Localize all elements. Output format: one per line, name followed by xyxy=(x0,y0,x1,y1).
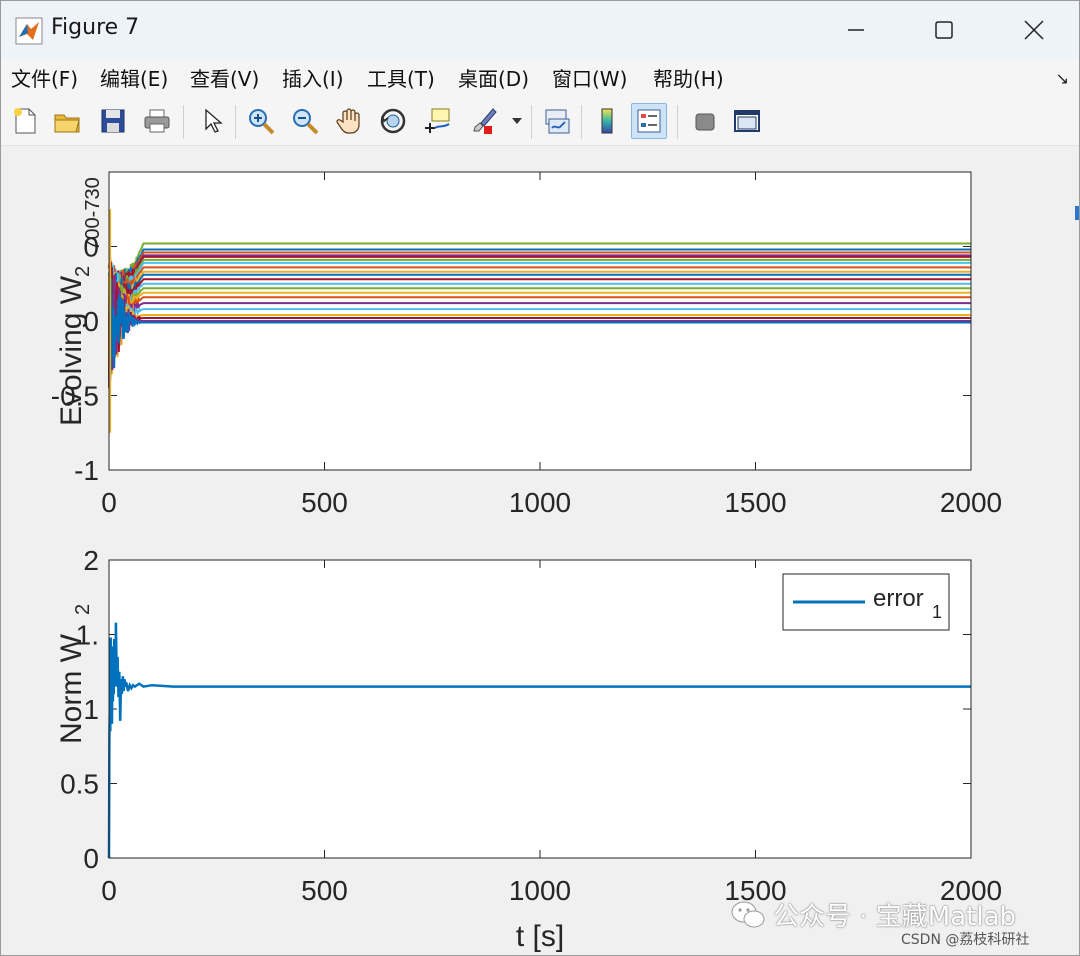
colorbar-icon xyxy=(601,108,613,134)
wechat-icon xyxy=(731,901,765,927)
watermark-main: 公众号 · 宝藏Matlab xyxy=(773,902,1017,932)
new-figure-icon xyxy=(14,108,36,134)
figure-toolbar xyxy=(1,97,1079,146)
maximize-icon xyxy=(935,21,953,39)
x-tick-label: 1000 xyxy=(509,875,571,906)
open-file-icon xyxy=(54,114,80,133)
colorbar-button[interactable] xyxy=(589,103,625,139)
y-tick-overlap-label: 700-730 xyxy=(82,177,104,250)
legend-label-subscript: 1 xyxy=(932,602,942,622)
toolbar-separator xyxy=(677,105,678,139)
y-axis-label-subscript: 2 xyxy=(72,266,94,277)
x-tick-label: 1500 xyxy=(724,487,786,518)
figure-window: Figure 7 文件(F) 编辑(E) 查看(V) 插入(I) 工具(T) 桌… xyxy=(0,0,1080,956)
x-tick-label: 1000 xyxy=(509,487,571,518)
title-bar[interactable]: Figure 7 xyxy=(1,1,1079,59)
figure-canvas[interactable]: 0 500 1000 1500 2000 -1 -0.5 0 0 Evolving W 2 700-7… xyxy=(1,146,1079,956)
menu-overflow-icon[interactable]: ↘ xyxy=(1056,69,1069,88)
data-cursor-icon xyxy=(425,108,450,133)
data-cursor-button[interactable] xyxy=(419,103,455,139)
y-axis-label: Norm W xyxy=(55,633,88,744)
hide-plot-tools-button[interactable] xyxy=(687,103,723,139)
menu-desktop[interactable]: 桌面(D) xyxy=(458,63,529,92)
watermark: 公众号 · 宝藏Matlab xyxy=(731,896,1016,933)
x-tick-label: 500 xyxy=(301,487,348,518)
rotate-3d-button[interactable] xyxy=(375,103,411,139)
legend-button[interactable] xyxy=(631,103,667,139)
close-button[interactable] xyxy=(989,1,1079,59)
show-plot-tools-icon xyxy=(734,110,760,132)
legend-icon xyxy=(637,109,661,133)
zoom-out-button[interactable] xyxy=(287,103,323,139)
x-tick-label: 0 xyxy=(101,875,117,906)
pan-hand-icon xyxy=(336,108,360,134)
menu-bar: 文件(F) 编辑(E) 查看(V) 插入(I) 工具(T) 桌面(D) 窗口(W… xyxy=(1,59,1079,97)
menu-help[interactable]: 帮助(H) xyxy=(653,63,724,92)
pan-button[interactable] xyxy=(331,103,367,139)
print-button[interactable] xyxy=(139,103,175,139)
new-figure-button[interactable] xyxy=(7,103,43,139)
brush-icon xyxy=(473,108,497,134)
maximize-button[interactable] xyxy=(899,1,989,59)
save-button[interactable] xyxy=(95,103,131,139)
hide-plot-tools-icon xyxy=(695,113,715,131)
window-title: Figure 7 xyxy=(51,15,140,40)
minimize-button[interactable] xyxy=(811,1,901,59)
toolbar-separator xyxy=(235,105,236,139)
chevron-down-icon xyxy=(512,118,522,124)
zoom-in-icon xyxy=(249,109,275,135)
brush-dropdown-button[interactable] xyxy=(507,103,527,139)
x-tick-label: 500 xyxy=(301,875,348,906)
y-axis-label-subscript: 2 xyxy=(72,604,94,615)
menu-view[interactable]: 查看(V) xyxy=(190,63,259,92)
open-file-button[interactable] xyxy=(49,103,85,139)
zoom-in-button[interactable] xyxy=(243,103,279,139)
x-tick-label: 0 xyxy=(101,487,117,518)
toolbar-separator xyxy=(183,105,184,139)
menu-insert[interactable]: 插入(I) xyxy=(282,63,344,92)
toolbar-separator xyxy=(581,105,582,139)
menu-tools[interactable]: 工具(T) xyxy=(367,63,435,92)
link-plot-icon xyxy=(545,109,570,134)
y-tick-label: 0 xyxy=(83,843,99,874)
menu-edit[interactable]: 编辑(E) xyxy=(100,63,168,92)
brush-button[interactable] xyxy=(465,103,501,139)
y-axis-label: Evolving W xyxy=(55,275,88,426)
watermark-sub: CSDN @荔枝科研社 xyxy=(901,932,1030,948)
y-tick-label: 0.5 xyxy=(60,769,99,800)
figure-plot-svg[interactable]: 0 500 1000 1500 2000-1-0.500Evolving W2700-7… xyxy=(1,146,1079,956)
show-plot-tools-button[interactable] xyxy=(729,103,765,139)
save-icon xyxy=(101,109,125,133)
y-tick-label: 2 xyxy=(83,545,99,576)
link-plot-button[interactable] xyxy=(539,103,575,139)
legend-label: error xyxy=(873,585,924,612)
y-tick-label: -1 xyxy=(74,455,99,486)
side-scroll-indicator xyxy=(1075,206,1079,220)
rotate-3d-icon xyxy=(380,108,406,134)
menu-file[interactable]: 文件(F) xyxy=(11,63,78,92)
toolbar-separator xyxy=(531,105,532,139)
close-icon xyxy=(1024,20,1044,40)
x-axis-label: t [s] xyxy=(516,920,564,953)
menu-window[interactable]: 窗口(W) xyxy=(552,63,627,92)
select-pointer-icon xyxy=(205,108,223,133)
select-pointer-button[interactable] xyxy=(193,103,229,139)
print-icon xyxy=(144,109,170,133)
matlab-logo-icon xyxy=(15,17,43,45)
zoom-out-icon xyxy=(293,109,319,135)
minimize-icon xyxy=(848,29,864,31)
x-tick-label: 2000 xyxy=(940,487,1002,518)
